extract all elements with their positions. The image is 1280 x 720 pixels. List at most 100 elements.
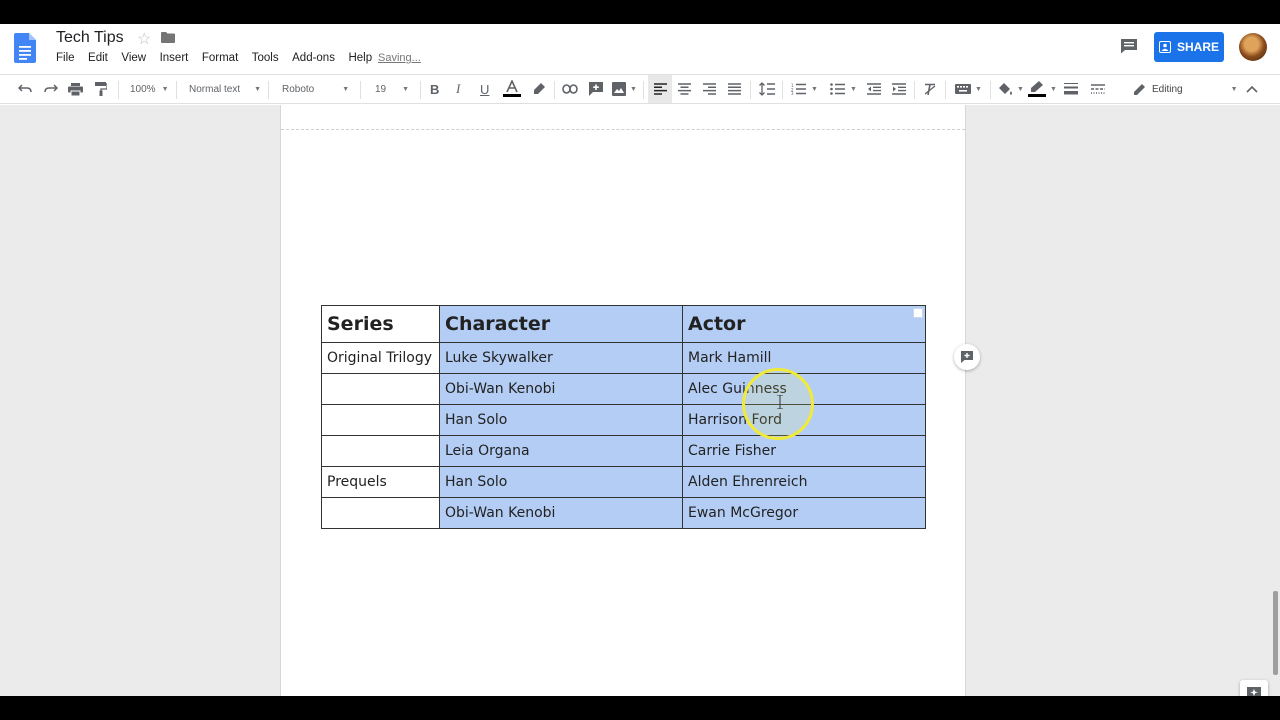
font-select[interactable]: Roboto ▼ <box>282 75 349 103</box>
table-row: Obi-Wan Kenobi Ewan McGregor <box>321 497 926 529</box>
font-size-value: 19 <box>375 83 387 95</box>
table-header-row: Series Character Actor <box>321 305 926 343</box>
menu-edit[interactable]: Edit <box>88 52 108 64</box>
bold-icon[interactable]: B <box>430 75 439 103</box>
border-color-icon[interactable]: ▼ <box>1028 75 1057 103</box>
explore-button[interactable] <box>1240 680 1268 696</box>
table-cell[interactable]: Luke Skywalker <box>439 342 683 374</box>
menu-format[interactable]: Format <box>202 52 238 64</box>
add-comment-button[interactable] <box>954 344 980 370</box>
comment-icon[interactable] <box>1120 38 1138 54</box>
table-cell[interactable] <box>321 497 440 529</box>
table-header-cell[interactable]: Actor <box>682 305 926 343</box>
text-color-icon[interactable] <box>503 75 521 103</box>
menu-bar: File Edit View Insert Format Tools Add-o… <box>56 52 386 64</box>
svg-text:3: 3 <box>791 91 794 95</box>
print-icon[interactable] <box>68 75 83 103</box>
table-header-cell[interactable]: Series <box>321 305 440 343</box>
text-cursor-icon <box>777 395 783 409</box>
saving-status: Saving... <box>378 52 421 64</box>
table-cell[interactable] <box>321 435 440 467</box>
menu-tools[interactable]: Tools <box>252 52 279 64</box>
editing-mode-select[interactable]: Editing ▼ <box>1133 75 1238 103</box>
table-cell[interactable]: Han Solo <box>439 466 683 498</box>
numbered-list-icon[interactable]: 1 2 3 ▼ <box>791 75 818 103</box>
fill-color-icon[interactable]: ▼ <box>998 75 1024 103</box>
border-dash-icon[interactable] <box>1091 75 1105 103</box>
table-row: Leia Organa Carrie Fisher <box>321 435 926 467</box>
share-label: SHARE <box>1176 40 1219 54</box>
docs-app: Tech Tips ☆ File Edit View Insert Format… <box>0 24 1280 696</box>
menu-view[interactable]: View <box>121 52 146 64</box>
link-icon[interactable] <box>562 75 578 103</box>
paint-format-icon[interactable] <box>95 75 107 103</box>
undo-icon[interactable] <box>18 75 32 103</box>
redo-icon[interactable] <box>44 75 58 103</box>
header: Tech Tips ☆ File Edit View Insert Format… <box>0 24 1280 74</box>
table-cell[interactable]: Carrie Fisher <box>682 435 926 467</box>
align-left-icon[interactable] <box>648 75 672 103</box>
zoom-select[interactable]: 100% ▼ <box>130 75 169 103</box>
font-size-select[interactable]: 19 ▼ <box>375 75 409 103</box>
menu-file[interactable]: File <box>56 52 75 64</box>
table-header-cell[interactable]: Character <box>439 305 683 343</box>
table-cell[interactable]: Ewan McGregor <box>682 497 926 529</box>
scrollbar-thumb[interactable] <box>1273 591 1278 675</box>
table-cell[interactable]: Original Trilogy <box>321 342 440 374</box>
line-spacing-icon[interactable] <box>759 75 775 103</box>
table-cell[interactable]: Han Solo <box>439 404 683 436</box>
avatar[interactable] <box>1239 33 1267 61</box>
toolbar: 100% ▼ Normal text ▼ Roboto ▼ 19 ▼ B I U ▼ <box>0 74 1280 104</box>
docs-logo-icon[interactable] <box>14 33 36 63</box>
page-break <box>281 129 965 130</box>
input-tools-icon[interactable]: ▼ <box>955 75 982 103</box>
document-page[interactable]: Series Character Actor Original Trilogy … <box>281 105 965 696</box>
style-value: Normal text <box>189 83 241 95</box>
document-canvas: Series Character Actor Original Trilogy … <box>0 105 1280 696</box>
share-button[interactable]: SHARE <box>1154 32 1224 62</box>
italic-icon[interactable]: I <box>456 75 460 103</box>
menu-help[interactable]: Help <box>348 52 372 64</box>
increase-indent-icon[interactable] <box>892 75 906 103</box>
align-center-icon[interactable] <box>678 75 691 103</box>
table-row: Prequels Han Solo Alden Ehrenreich <box>321 466 926 498</box>
table-cell[interactable]: Mark Hamill <box>682 342 926 374</box>
table-cell[interactable] <box>321 404 440 436</box>
table-cell[interactable]: Obi-Wan Kenobi <box>439 497 683 529</box>
editing-mode-value: Editing <box>1152 83 1183 95</box>
table-cell[interactable]: Alden Ehrenreich <box>682 466 926 498</box>
menu-insert[interactable]: Insert <box>160 52 189 64</box>
table-cell[interactable]: Leia Organa <box>439 435 683 467</box>
decrease-indent-icon[interactable] <box>867 75 881 103</box>
underline-icon[interactable]: U <box>480 75 489 103</box>
style-select[interactable]: Normal text ▼ <box>189 75 261 103</box>
font-value: Roboto <box>282 83 315 95</box>
clear-formatting-icon[interactable] <box>923 75 937 103</box>
zoom-value: 100% <box>130 83 156 95</box>
share-person-icon <box>1158 41 1171 53</box>
table-cell[interactable] <box>321 373 440 405</box>
table-row: Han Solo Harrison Ford <box>321 404 926 436</box>
bulleted-list-icon[interactable]: ▼ <box>830 75 857 103</box>
border-width-icon[interactable] <box>1064 75 1078 103</box>
folder-icon[interactable] <box>161 32 175 43</box>
image-icon[interactable]: ▼ <box>612 75 637 103</box>
table-cell[interactable]: Obi-Wan Kenobi <box>439 373 683 405</box>
header-cell-text: Actor <box>688 313 746 335</box>
align-right-icon[interactable] <box>703 75 716 103</box>
explore-icon <box>1247 687 1261 696</box>
table-cell[interactable]: Prequels <box>321 466 440 498</box>
menu-addons[interactable]: Add-ons <box>292 52 335 64</box>
add-comment-icon[interactable] <box>589 75 603 103</box>
table-row: Obi-Wan Kenobi Alec Guinness <box>321 373 926 405</box>
pencil-icon <box>1134 83 1145 95</box>
table-menu-icon[interactable] <box>913 308 923 318</box>
star-icon[interactable]: ☆ <box>137 29 151 49</box>
highlight-icon[interactable] <box>532 75 546 103</box>
document-title[interactable]: Tech Tips <box>56 29 124 47</box>
justify-icon[interactable] <box>728 75 741 103</box>
table-row: Original Trilogy Luke Skywalker Mark Ham… <box>321 342 926 374</box>
data-table[interactable]: Series Character Actor Original Trilogy … <box>321 305 926 529</box>
collapse-icon[interactable] <box>1246 75 1258 103</box>
add-comment-icon <box>961 351 973 363</box>
